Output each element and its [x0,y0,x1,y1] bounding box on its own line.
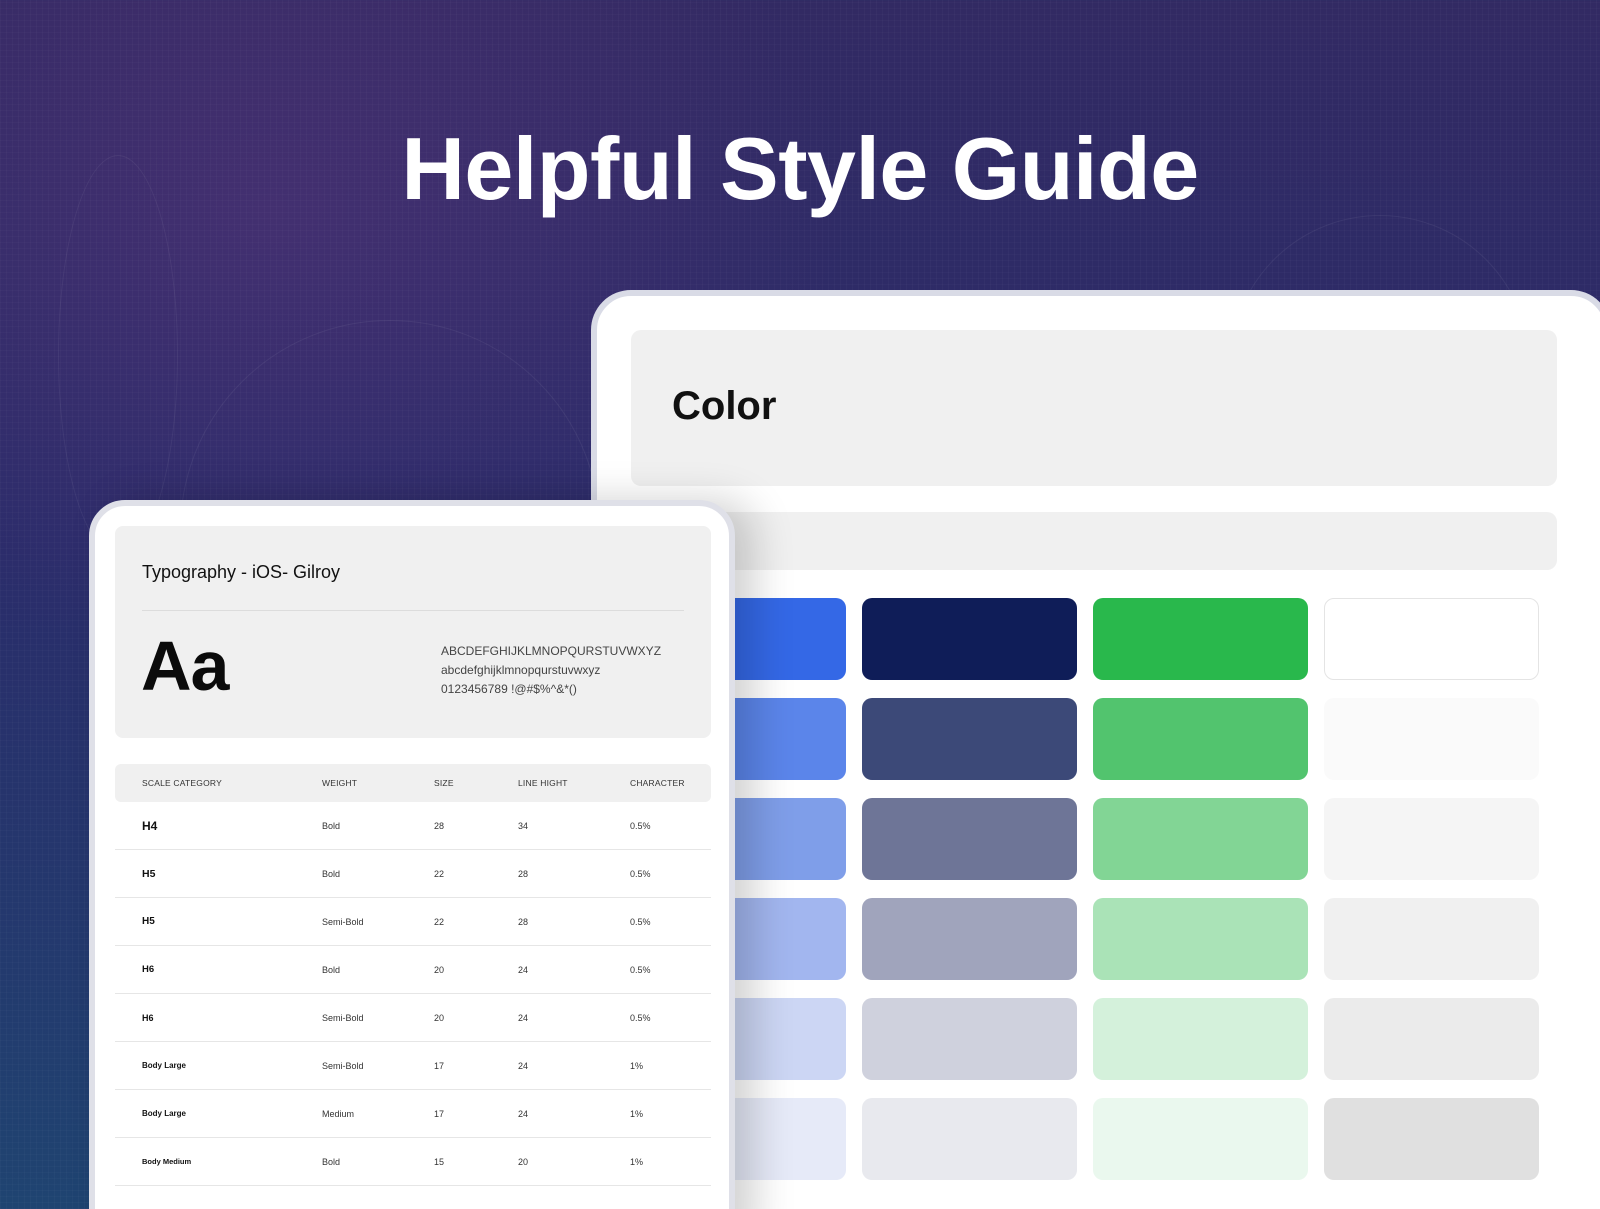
table-row: Body Medium Bold 15 20 1% [115,1138,711,1186]
table-row: Body Large Semi-Bold 17 24 1% [115,1042,711,1090]
color-swatch[interactable] [1324,1098,1539,1180]
size-cell: 17 [434,1108,445,1119]
color-swatch[interactable] [1093,998,1308,1080]
line-height-cell: 24 [518,1108,529,1119]
table-row: H6 Semi-Bold 20 24 0.5% [115,994,711,1042]
character-cell: 1% [630,1060,644,1071]
color-swatch[interactable] [862,798,1077,880]
line-height-cell: 24 [518,1012,529,1023]
color-swatch[interactable] [1324,898,1539,980]
color-card: Color OR [591,290,1600,1209]
table-row: H5 Bold 22 28 0.5% [115,850,711,898]
color-swatch[interactable] [1324,998,1539,1080]
weight-cell: Semi-Bold [322,1060,364,1071]
color-swatch[interactable] [862,598,1077,680]
color-swatch[interactable] [1324,598,1539,680]
color-swatch[interactable] [1093,598,1308,680]
glyph-numerals-symbols: 0123456789 !@#$%^&*() [441,682,577,696]
scale-category-cell: H6 [142,964,155,975]
table-header: SCALE CATEGORY WEIGHT SIZE LINE HIGHT CH… [115,764,711,802]
column-header: SCALE CATEGORY [142,778,222,788]
color-swatch[interactable] [862,998,1077,1080]
color-swatch[interactable] [1093,798,1308,880]
color-header: Color [631,330,1557,486]
typography-card: Typography - iOS- Gilroy Aa ABCDEFGHIJKL… [89,500,735,1209]
scale-category-cell: Body Large [142,1109,187,1118]
glyph-uppercase: ABCDEFGHIJKLMNOPQURSTUVWXYZ [441,644,662,658]
column-header: CHARACTER [630,778,685,788]
color-swatch[interactable] [1324,698,1539,780]
color-swatch[interactable] [862,698,1077,780]
table-row: Body Large Medium 17 24 1% [115,1090,711,1138]
scale-category-cell: Body Large [142,1061,187,1070]
character-cell: 1% [630,1156,644,1167]
line-height-cell: 28 [518,868,529,879]
typeface-sample: Aa [141,627,229,705]
color-swatch[interactable] [1093,698,1308,780]
size-cell: 20 [434,1012,445,1023]
line-height-cell: 34 [518,820,529,831]
color-swatch[interactable] [1093,1098,1308,1180]
color-section-bar: OR [631,512,1557,570]
scale-category-cell: H5 [142,867,156,880]
type-scale-table: SCALE CATEGORY WEIGHT SIZE LINE HIGHT CH… [115,764,711,1186]
weight-cell: Semi-Bold [322,916,364,927]
glyph-lowercase: abcdefghijklmnopqurstuvwxyz [441,663,601,677]
column-header: WEIGHT [322,778,358,788]
typography-title: Typography - iOS- Gilroy [142,562,341,582]
size-cell: 15 [434,1156,445,1167]
scale-category-cell: H5 [142,916,155,927]
color-title: Color [672,384,777,428]
typography-header: Typography - iOS- Gilroy Aa ABCDEFGHIJKL… [115,526,711,738]
scale-category-cell: H4 [142,818,158,833]
size-cell: 17 [434,1060,445,1071]
size-cell: 22 [434,868,445,879]
weight-cell: Semi-Bold [322,1012,364,1023]
weight-cell: Medium [322,1108,355,1119]
page-headline: Helpful Style Guide [401,119,1199,218]
line-height-cell: 20 [518,1156,529,1167]
color-swatch[interactable] [862,898,1077,980]
color-swatch[interactable] [1324,798,1539,880]
weight-cell: Bold [322,868,341,879]
color-swatch[interactable] [862,1098,1077,1180]
character-cell: 0.5% [630,1012,651,1023]
table-row: H5 Semi-Bold 22 28 0.5% [115,898,711,946]
column-header: SIZE [434,778,454,788]
scale-category-cell: H6 [142,1012,154,1023]
character-cell: 0.5% [630,916,651,927]
line-height-cell: 24 [518,964,529,975]
typography-divider [142,610,684,611]
weight-cell: Bold [322,1156,341,1167]
size-cell: 20 [434,964,445,975]
glyph-set: ABCDEFGHIJKLMNOPQURSTUVWXYZ abcdefghijkl… [441,642,661,699]
weight-cell: Bold [322,964,341,975]
line-height-cell: 24 [518,1060,529,1071]
character-cell: 1% [630,1108,644,1119]
scale-category-cell: Body Medium [142,1157,192,1166]
color-swatch[interactable] [1093,898,1308,980]
table-row: H4 Bold 28 34 0.5% [115,802,711,850]
character-cell: 0.5% [630,964,651,975]
character-cell: 0.5% [630,868,651,879]
character-cell: 0.5% [630,820,651,831]
column-header: LINE HIGHT [518,778,568,788]
weight-cell: Bold [322,820,341,831]
table-row: H6 Bold 20 24 0.5% [115,946,711,994]
size-cell: 22 [434,916,445,927]
line-height-cell: 28 [518,916,529,927]
size-cell: 28 [434,820,445,831]
color-swatch-grid [631,598,1557,1180]
